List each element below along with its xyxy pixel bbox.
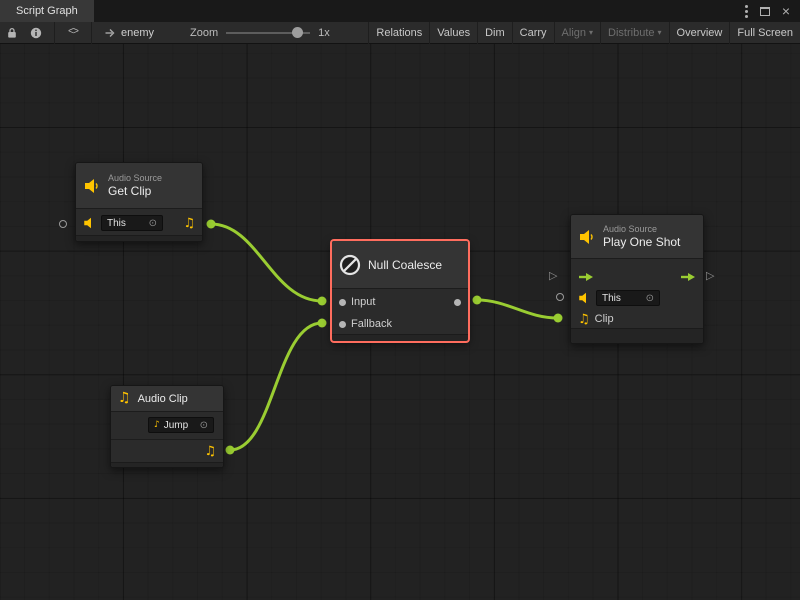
window-buttons: × [745, 0, 800, 22]
align-button[interactable]: Align▾ [554, 22, 600, 44]
zoom-label: Zoom [190, 27, 218, 39]
node-null-coalesce[interactable]: Null Coalesce Input Fallback [331, 240, 469, 342]
port-input-label: Input [351, 296, 375, 308]
object-picker-icon[interactable]: ⊙ [646, 293, 654, 304]
node-play-one-shot-titles: Audio Source Play One Shot [603, 224, 680, 249]
script-graph-window: Script Graph × <> enemy Zoom 1x [0, 0, 800, 600]
node-get-clip-titles: Audio Source Get Clip [108, 173, 162, 198]
node-category: Audio Source [108, 173, 162, 184]
node-null-coalesce-titles: Null Coalesce [368, 258, 442, 272]
port-input-dot[interactable] [339, 299, 346, 306]
distribute-button[interactable]: Distribute▾ [600, 22, 668, 44]
node-audio-clip[interactable]: ♫ Audio Clip ♪ Jump ⊙ ♫ [110, 385, 224, 468]
node-title: Audio Clip [138, 392, 188, 406]
play-one-shot-control-row [571, 267, 703, 287]
this-field-value: This [107, 218, 126, 229]
clip-port-icon: ♫ [578, 313, 590, 326]
get-clip-this-row: This ⊙ ♫ [76, 209, 202, 237]
wire-getclip-to-input[interactable] [211, 224, 322, 301]
control-output-arrow-icon[interactable] [680, 272, 696, 282]
node-audio-clip-header[interactable]: ♫ Audio Clip [111, 386, 223, 412]
play-one-shot-this-field[interactable]: This ⊙ [596, 290, 660, 306]
audio-clip-value: Jump [164, 420, 188, 431]
audio-source-icon [578, 229, 596, 245]
audio-clip-output-row: ♫ [111, 439, 223, 463]
node-title: Null Coalesce [368, 258, 442, 272]
node-footer [76, 235, 202, 241]
port-result-dot[interactable] [454, 299, 461, 306]
clip-port-label: Clip [595, 313, 614, 325]
chevron-down-icon: ▾ [589, 28, 593, 37]
object-picker-icon[interactable]: ⊙ [149, 218, 157, 229]
node-get-clip[interactable]: Audio Source Get Clip This ⊙ ♫ [75, 162, 203, 242]
null-coalesce-fallback-row: Fallback [332, 313, 468, 335]
null-coalesce-input-row: Input [332, 291, 468, 313]
toolbar-buttons: Relations Values Dim Carry Align▾ Distri… [368, 22, 800, 44]
zoom-value: 1x [318, 27, 330, 39]
toolbar-separator [91, 22, 92, 44]
node-get-clip-header[interactable]: Audio Source Get Clip [76, 163, 202, 209]
zoom-slider-handle[interactable] [292, 27, 303, 38]
port-playoneshot-this-input[interactable] [556, 293, 564, 301]
port-getclip-this-input[interactable] [59, 220, 67, 228]
node-title: Play One Shot [603, 235, 680, 249]
play-one-shot-clip-row: ♫ Clip [571, 309, 703, 329]
graph-toolbar: <> enemy Zoom 1x Relations Values Dim Ca… [0, 22, 800, 44]
menu-icon[interactable] [745, 5, 748, 18]
speaker-icon [578, 292, 591, 304]
port-fallback-dot[interactable] [339, 321, 346, 328]
speaker-icon [83, 217, 96, 229]
relations-button[interactable]: Relations [368, 22, 429, 44]
zoom-slider[interactable] [226, 22, 310, 44]
node-category: Audio Source [603, 224, 680, 235]
null-coalesce-icon [339, 254, 361, 276]
control-input-arrow-icon[interactable] [578, 272, 594, 282]
node-audio-clip-titles: Audio Clip [138, 392, 188, 406]
object-picker-icon[interactable]: ⊙ [200, 420, 208, 431]
dim-button[interactable]: Dim [477, 22, 512, 44]
node-footer [332, 334, 468, 341]
info-icon[interactable] [24, 22, 48, 44]
lock-icon[interactable] [0, 22, 24, 44]
close-icon[interactable]: × [782, 4, 790, 18]
node-play-one-shot-header[interactable]: Audio Source Play One Shot [571, 215, 703, 259]
tab-title: Script Graph [16, 5, 78, 17]
graph-name: enemy [121, 27, 154, 39]
zoom-control: Zoom 1x [190, 22, 330, 44]
code-icon[interactable]: <> [61, 22, 85, 44]
audio-source-icon [83, 178, 101, 194]
overview-button[interactable]: Overview [669, 22, 730, 44]
graph-breadcrumb[interactable]: enemy [104, 27, 154, 39]
wire-audioclip-to-fallback[interactable] [230, 323, 322, 450]
maximize-icon[interactable] [760, 7, 770, 16]
graph-asset-icon [104, 27, 116, 39]
wire-nullcoalesce-to-clip[interactable] [477, 300, 558, 318]
get-clip-this-field[interactable]: This ⊙ [101, 215, 163, 231]
port-fallback-label: Fallback [351, 318, 392, 330]
fullscreen-button[interactable]: Full Screen [729, 22, 800, 44]
this-field-value: This [602, 293, 621, 304]
node-footer [571, 328, 703, 343]
port-playoneshot-enter-icon[interactable]: ▷ [549, 270, 557, 282]
port-playoneshot-exit-icon[interactable]: ▷ [706, 270, 714, 282]
tab-script-graph[interactable]: Script Graph [0, 0, 94, 22]
node-null-coalesce-header[interactable]: Null Coalesce [332, 241, 468, 289]
note-icon: ♪ [154, 421, 160, 430]
tab-bar: Script Graph × [0, 0, 800, 22]
toolbar-separator [54, 22, 55, 44]
chevron-down-icon: ▾ [658, 28, 662, 37]
play-one-shot-this-row: This ⊙ [571, 288, 703, 308]
audio-clip-output-icon[interactable]: ♫ [183, 217, 195, 230]
audio-clip-value-row: ♪ Jump ⊙ [111, 414, 223, 436]
node-footer [111, 462, 223, 467]
node-play-one-shot[interactable]: Audio Source Play One Shot This ⊙ ♫ Clip [570, 214, 704, 344]
audio-clip-icon: ♫ [118, 392, 131, 405]
node-title: Get Clip [108, 184, 162, 198]
carry-button[interactable]: Carry [512, 22, 554, 44]
audio-clip-field[interactable]: ♪ Jump ⊙ [148, 417, 214, 433]
audio-clip-output-icon[interactable]: ♫ [204, 445, 216, 458]
values-button[interactable]: Values [429, 22, 477, 44]
graph-canvas[interactable]: ▷ ▷ Audio Source Get Clip This ⊙ ♫ [0, 44, 800, 600]
